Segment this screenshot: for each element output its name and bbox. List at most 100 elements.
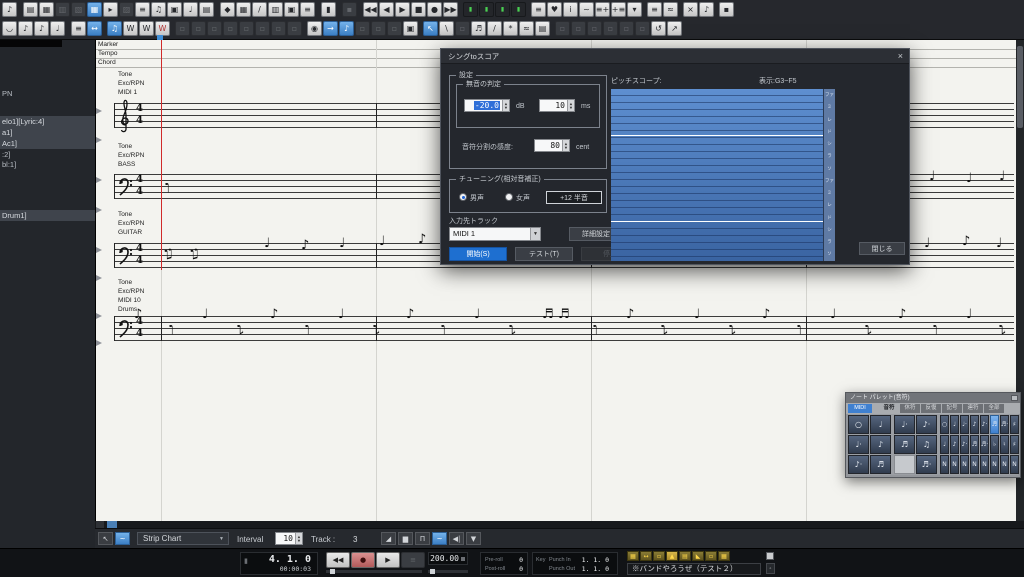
note-glyph[interactable]: ♩ <box>694 308 700 321</box>
interval-spinner[interactable]: 10 <box>275 532 303 545</box>
toolbar-button[interactable]: ▫ <box>287 21 302 36</box>
palette-note-button[interactable]: ♪ <box>950 435 959 454</box>
palette-note-button[interactable]: ♬ <box>970 435 979 454</box>
toolbar-button[interactable]: ▥ <box>55 2 70 17</box>
toolbar-button[interactable]: ↺ <box>651 21 666 36</box>
note-glyph[interactable]: ♬ <box>558 308 570 321</box>
note-glyph[interactable]: ♬ <box>542 308 554 321</box>
horizontal-scroll-thumb[interactable] <box>107 521 117 528</box>
start-button[interactable]: 開始(S) <box>449 247 507 261</box>
tempo-display[interactable]: 200.00 <box>428 552 468 565</box>
note-glyph[interactable]: ♪ <box>301 239 309 252</box>
song-tool-icon[interactable]: ▦ <box>718 551 730 561</box>
palette-tab-休符[interactable]: 休符 <box>900 404 920 413</box>
toolbar-button[interactable]: ▶▶ <box>443 2 458 17</box>
staff-collapse-handle[interactable] <box>96 247 102 253</box>
toolbar-button[interactable]: ● <box>427 2 442 17</box>
staff-collapse-handle[interactable] <box>96 207 102 213</box>
male-voice-radio[interactable] <box>459 193 467 201</box>
toolbar-button[interactable]: ▫ <box>387 21 402 36</box>
staff-collapse-handle[interactable] <box>96 340 102 346</box>
toolbar-button[interactable]: \ <box>439 21 454 36</box>
note-glyph[interactable]: ♩ <box>339 237 345 250</box>
toolbar-button[interactable]: ▮ <box>495 2 510 17</box>
input-track-select[interactable]: MIDI 1 <box>449 227 541 241</box>
vertical-scroll-thumb[interactable] <box>1017 46 1023 128</box>
spinner-arrows-icon[interactable] <box>567 100 574 111</box>
palette-tab-MIDI[interactable]: MIDI <box>848 404 872 413</box>
loop-button[interactable]: ≡ <box>401 552 425 568</box>
filter-button[interactable]: ▼ <box>466 532 481 545</box>
note-glyph[interactable]: ♩ <box>168 322 174 335</box>
toolbar-button[interactable]: ▫ <box>619 21 634 36</box>
toolbar-button[interactable]: ◉ <box>307 21 322 36</box>
palette-note-button[interactable]: ♩ <box>950 415 959 434</box>
toolbar-button[interactable]: ♥ <box>547 2 562 17</box>
toolbar-button[interactable]: ↖ <box>423 21 438 36</box>
palette-close-icon[interactable] <box>1011 395 1018 401</box>
tempo-slider[interactable] <box>428 570 468 573</box>
note-glyph[interactable]: ♪ <box>962 235 970 248</box>
transport-mini-button-2[interactable]: ◦ <box>766 563 775 574</box>
staff-collapse-handle[interactable] <box>96 275 102 281</box>
palette-tab-全部[interactable]: 全部 <box>984 404 1004 413</box>
note-glyph[interactable]: ♩ <box>338 308 344 321</box>
note-glyph[interactable]: ♪ <box>762 308 770 321</box>
palette-note-button[interactable]: N <box>1000 455 1009 474</box>
palette-note-button[interactable]: N <box>940 455 949 474</box>
toolbar-button[interactable]: ▦ <box>87 2 102 17</box>
toolbar-button[interactable]: ▫ <box>355 21 370 36</box>
toolbar-button[interactable]: ↔ <box>87 21 102 36</box>
palette-note-button[interactable]: ♪ <box>870 435 891 454</box>
toolbar-button[interactable]: ▦ <box>39 2 54 17</box>
staff-collapse-handle[interactable] <box>96 313 102 319</box>
toolbar-button[interactable]: ▮ <box>479 2 494 17</box>
toolbar-button[interactable]: W <box>155 21 170 36</box>
spinner-arrows-icon[interactable] <box>502 100 509 111</box>
staff-system[interactable]: 44♪♩♩♪♪♩♩♪♪♩♩♪♬♬♩♪♪♩♪♪♩♩♪♪♩♩♪ <box>96 316 1016 341</box>
toolbar-button[interactable]: ♫ <box>107 21 122 36</box>
toolbar-button[interactable]: ▣ <box>284 2 299 17</box>
track-list-item[interactable]: bl:1] <box>0 159 95 170</box>
toolbar-button[interactable]: / <box>252 2 267 17</box>
note-glyph[interactable]: ♪ <box>406 308 414 321</box>
song-tool-icon[interactable]: ▤ <box>679 551 691 561</box>
note-glyph[interactable]: ♪ <box>508 322 516 335</box>
note-glyph[interactable]: ♪ <box>236 322 244 335</box>
note-glyph[interactable]: ♪ <box>270 308 278 321</box>
step-view-button[interactable]: Π <box>415 532 430 545</box>
toolbar-button[interactable]: ▨ <box>119 2 134 17</box>
toolbar-button[interactable]: ≡ <box>647 2 662 17</box>
strip-chart-select[interactable]: Strip Chart <box>137 532 229 545</box>
toolbar-button[interactable]: ▣ <box>403 21 418 36</box>
toolbar-button[interactable]: ♩ <box>50 21 65 36</box>
palette-note-button[interactable]: ♪· <box>960 435 969 454</box>
toolbar-button[interactable]: ▫ <box>587 21 602 36</box>
palette-note-button[interactable]: ♩· <box>848 435 869 454</box>
track-list-item[interactable]: elo1][Lyric:4] <box>0 116 95 127</box>
palette-note-button[interactable]: ○ <box>940 415 949 434</box>
palette-note-button[interactable]: N <box>980 455 989 474</box>
sensitivity-spinner[interactable]: 80 <box>534 139 570 152</box>
spinner-arrows-icon[interactable] <box>562 140 569 151</box>
note-glyph[interactable]: ♩ <box>966 308 972 321</box>
toolbar-button[interactable]: ≡ <box>71 21 86 36</box>
play-button[interactable]: ▶ <box>376 552 400 568</box>
toolbar-button[interactable]: ≈ <box>519 21 534 36</box>
toolbar-button[interactable]: ▫ <box>371 21 386 36</box>
toolbar-button[interactable]: ▫ <box>255 21 270 36</box>
toolbar-button[interactable]: ~ <box>579 2 594 17</box>
toolbar-button[interactable]: ▤ <box>199 2 214 17</box>
note-glyph[interactable]: ♩ <box>999 170 1005 183</box>
palette-note-button[interactable]: ♪· <box>916 415 937 434</box>
toolbar-button[interactable]: W <box>139 21 154 36</box>
toolbar-button[interactable]: ≡ <box>135 2 150 17</box>
song-tool-icon[interactable]: ▫ <box>653 551 665 561</box>
test-button[interactable]: テスト(T) <box>515 247 573 261</box>
chevron-down-icon[interactable] <box>530 228 540 240</box>
toolbar-button[interactable]: / <box>487 21 502 36</box>
toolbar-button[interactable]: ≈ <box>663 2 678 17</box>
note-glyph[interactable]: ♩ <box>264 237 270 250</box>
note-glyph[interactable]: ♪ <box>864 322 872 335</box>
toolbar-button[interactable]: ♪ <box>34 21 49 36</box>
